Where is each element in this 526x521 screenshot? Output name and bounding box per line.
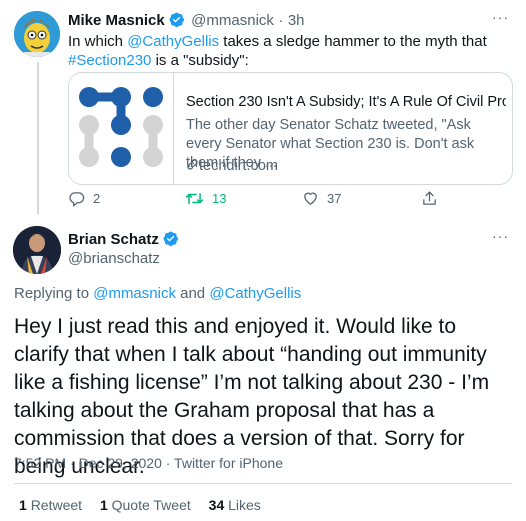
cartoon-avatar-icon bbox=[14, 11, 60, 57]
reply-icon bbox=[69, 192, 85, 207]
link-card[interactable]: Section 230 Isn't A Subsidy; It's A Rule… bbox=[68, 72, 513, 185]
verified-badge-icon bbox=[169, 12, 184, 28]
card-thumbnail bbox=[69, 73, 174, 184]
replying-to-label: Replying to bbox=[14, 285, 94, 302]
more-options-icon[interactable]: ··· bbox=[492, 9, 509, 25]
like-button[interactable]: 37 bbox=[302, 190, 341, 207]
author-name[interactable]: Mike Masnick bbox=[68, 12, 165, 29]
card-domain: techdirt.com bbox=[199, 158, 278, 174]
card-domain-row: techdirt.com bbox=[186, 158, 278, 174]
more-options-icon[interactable]: ··· bbox=[492, 228, 509, 244]
author-handle[interactable]: @brianschatz bbox=[68, 250, 160, 267]
tweet-timestamp[interactable]: 7:52 PM · Dec 29, 2020 · Twitter for iPh… bbox=[14, 455, 283, 471]
hashtag-link[interactable]: #Section230 bbox=[68, 52, 151, 69]
reply-button[interactable]: 2 bbox=[68, 190, 100, 207]
reply-count: 2 bbox=[93, 191, 101, 206]
verified-badge-icon bbox=[163, 231, 178, 247]
retweet-count: 13 bbox=[212, 191, 227, 206]
retweet-icon bbox=[185, 192, 204, 205]
techdirt-logo-icon bbox=[79, 87, 163, 167]
tweet-time[interactable]: 3h bbox=[288, 12, 305, 29]
mention-link[interactable]: @CathyGellis bbox=[209, 285, 301, 302]
author-name[interactable]: Brian Schatz bbox=[68, 231, 159, 248]
replying-and: and bbox=[175, 285, 210, 302]
mention-link[interactable]: @CathyGellis bbox=[127, 33, 219, 50]
profile-photo-icon bbox=[13, 226, 61, 274]
tweet-text-part: takes a sledge hammer to the myth that bbox=[219, 33, 487, 50]
quotes-stat[interactable]: 1 Quote Tweet bbox=[100, 497, 191, 513]
heart-icon bbox=[304, 192, 317, 205]
tweet-stats: 1 Retweet 1 Quote Tweet 34 Likes bbox=[19, 497, 261, 513]
retweets-stat[interactable]: 1 Retweet bbox=[19, 497, 82, 513]
likes-stat[interactable]: 34 Likes bbox=[209, 497, 261, 513]
avatar-brian[interactable] bbox=[13, 226, 61, 274]
avatar-mike[interactable] bbox=[14, 11, 60, 57]
mention-link[interactable]: @mmasnick bbox=[93, 285, 176, 302]
share-button[interactable] bbox=[421, 190, 446, 207]
like-count: 37 bbox=[327, 191, 342, 206]
tweet-text-part: is a "subsidy": bbox=[151, 52, 249, 69]
thread-line bbox=[37, 62, 39, 214]
retweet-button[interactable]: 13 bbox=[185, 190, 226, 207]
separator-dot: · bbox=[278, 12, 284, 29]
tweet-text: In which @CathyGellis takes a sledge ham… bbox=[68, 32, 508, 70]
author-handle[interactable]: @mmasnick bbox=[191, 12, 274, 29]
tweet-text-part: In which bbox=[68, 33, 128, 50]
replying-to: Replying to @mmasnick and @CathyGellis bbox=[14, 285, 301, 302]
share-icon bbox=[423, 191, 436, 205]
link-icon bbox=[187, 159, 198, 170]
card-title: Section 230 Isn't A Subsidy; It's A Rule… bbox=[186, 94, 506, 110]
divider bbox=[14, 483, 512, 484]
